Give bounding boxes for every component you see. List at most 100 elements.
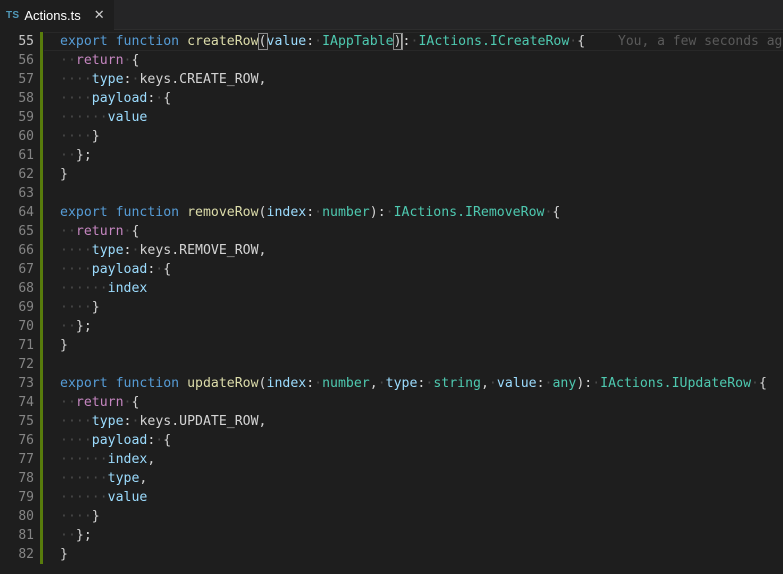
line-number: 64 [18,205,34,220]
code-line[interactable]: 72 [0,355,783,374]
git-blame-annotation: You, a few seconds ago [618,34,783,49]
code-line[interactable]: 59 ······value [0,108,783,127]
code-line[interactable]: 69 ····} [0,298,783,317]
code-text: ····} [60,507,100,526]
line-number: 72 [18,357,34,372]
code-token: { [131,53,140,68]
code-text: ····payload:·{ [60,431,171,450]
code-line[interactable]: 78 ······type, [0,469,783,488]
code-text: export function createRow(value:·IAppTab… [60,32,585,51]
git-modified-gutter-indicator [40,526,43,545]
code-line[interactable]: 74 ··return·{ [0,393,783,412]
code-token: number [322,376,370,391]
code-token: }; [75,148,92,163]
code-line[interactable]: 57 ····type:·keys.CREATE_ROW, [0,70,783,89]
code-token: } [91,509,100,524]
code-line[interactable]: 73 export function updateRow(index:·numbe… [0,374,783,393]
whitespace-marker [179,34,187,49]
code-token: export [60,376,108,391]
code-text: ··return·{ [60,222,139,241]
code-token: return [75,53,124,68]
tab-filename: Actions.ts [24,7,81,23]
line-number: 59 [18,110,34,125]
tab-actions-ts[interactable]: TS Actions.ts ✕ [0,0,114,30]
whitespace-marker: · [751,376,759,391]
code-token: createRow [187,34,259,49]
code-token: ( [258,376,267,391]
code-text: ······type, [60,469,147,488]
git-modified-gutter-indicator [40,336,43,355]
whitespace-marker: ···· [60,91,92,106]
code-line[interactable]: 58 ····payload:·{ [0,89,783,108]
code-text: ····type:·keys.UPDATE_ROW, [60,412,266,431]
code-text: ····} [60,127,100,146]
code-line[interactable]: 76 ····payload:·{ [0,431,783,450]
line-number: 62 [18,167,34,182]
git-modified-gutter-indicator [40,279,43,298]
code-token: index [107,452,148,467]
whitespace-marker: ······ [60,452,108,467]
code-line[interactable]: 62} [0,165,783,184]
whitespace-marker: ······ [60,110,108,125]
code-line[interactable]: 80 ····} [0,507,783,526]
line-number: 81 [18,528,34,543]
code-token: type [91,72,124,87]
git-modified-gutter-indicator [40,260,43,279]
code-token: { [552,205,561,220]
code-line[interactable]: 75 ····type:·keys.UPDATE_ROW, [0,412,783,431]
whitespace-marker: · [377,376,386,391]
code-line[interactable]: 56 ··return·{ [0,51,783,70]
whitespace-marker: ···· [60,433,92,448]
code-text: ······value [60,488,147,507]
code-text: ··return·{ [60,51,139,70]
code-token: } [91,300,100,315]
code-token: index [107,281,148,296]
code-line[interactable]: 81 ··}; [0,526,783,545]
code-token: export [60,205,108,220]
line-number: 55 [18,34,34,49]
code-line[interactable]: 66 ····type:·keys.REMOVE_ROW, [0,241,783,260]
git-modified-gutter-indicator [40,488,43,507]
git-modified-gutter-indicator [40,127,43,146]
code-line[interactable]: 63 [0,184,783,203]
code-line[interactable]: 65 ··return·{ [0,222,783,241]
code-token: string [433,376,481,391]
code-token: keys.UPDATE_ROW, [139,414,267,429]
code-token: removeRow [187,205,259,220]
whitespace-marker [108,34,116,49]
code-token: } [60,547,68,562]
line-number: 60 [18,129,34,144]
code-line[interactable]: 60 ····} [0,127,783,146]
whitespace-marker: ···· [60,414,92,429]
code-line[interactable]: 79 ······value [0,488,783,507]
code-line[interactable]: 71} [0,336,783,355]
code-editor[interactable]: 55 export function createRow(value:·IAppT… [0,31,783,574]
code-token: value [496,376,537,391]
code-line[interactable]: 70 ··}; [0,317,783,336]
git-modified-gutter-indicator [40,203,43,222]
code-token: any [552,376,577,391]
git-modified-gutter-indicator [40,184,43,203]
code-line[interactable]: 61 ··}; [0,146,783,165]
whitespace-marker: ···· [60,300,92,315]
code-text: ··}; [60,317,92,336]
whitespace-marker [108,205,116,220]
code-text: ····payload:·{ [60,260,171,279]
code-line[interactable]: 55 export function createRow(value:·IAppT… [0,32,783,51]
git-modified-gutter-indicator [40,431,43,450]
code-line[interactable]: 68 ······index [0,279,783,298]
code-line[interactable]: 77 ······index, [0,450,783,469]
line-number: 77 [18,452,34,467]
close-icon[interactable]: ✕ [94,7,105,23]
code-line[interactable]: 64 export function removeRow(index:·numbe… [0,203,783,222]
whitespace-marker: · [314,34,323,49]
whitespace-marker: ···· [60,129,92,144]
whitespace-marker: ·· [60,319,76,334]
whitespace-marker: · [314,376,323,391]
code-line[interactable]: 82} [0,545,783,564]
code-line[interactable]: 67 ····payload:·{ [0,260,783,279]
git-modified-gutter-indicator [40,298,43,317]
whitespace-marker [179,376,187,391]
code-text: export function updateRow(index:·number,… [60,374,767,393]
whitespace-marker: ·· [60,53,76,68]
